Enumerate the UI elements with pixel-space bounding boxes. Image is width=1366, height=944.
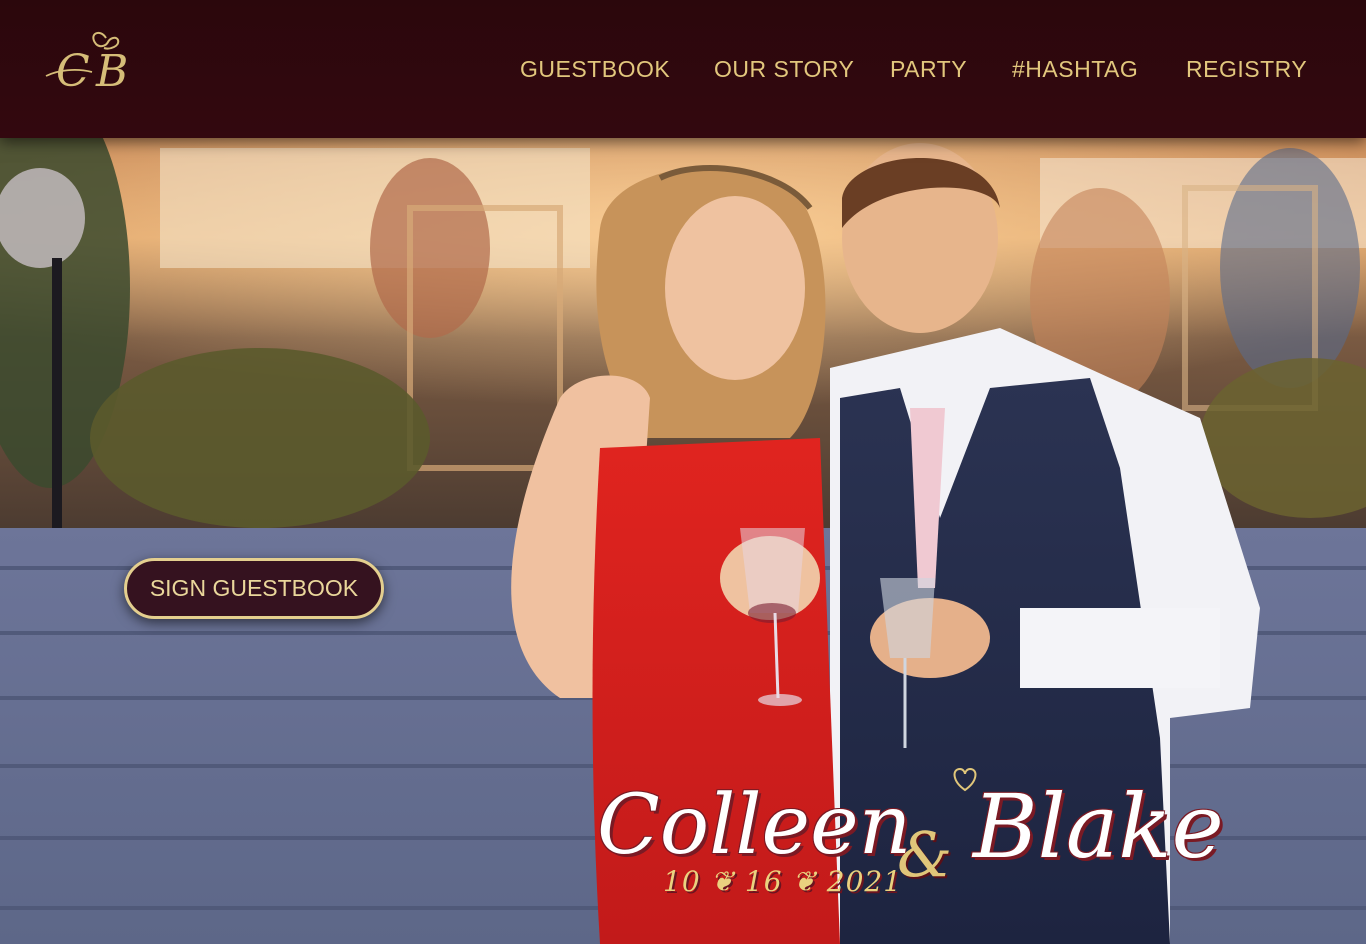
groom-name: Blake [973, 775, 1224, 878]
nav-registry[interactable]: REGISTRY [1186, 56, 1307, 83]
sign-guestbook-button[interactable]: SIGN GUESTBOOK [124, 558, 384, 619]
nav-guestbook[interactable]: GUESTBOOK [520, 56, 670, 83]
main-nav: GUESTBOOK OUR STORY PARTY #HASHTAG REGIS… [0, 56, 1366, 90]
hero-section: SIGN GUESTBOOK Colleen & Blake 10 ❦ 16 ❦… [0, 138, 1366, 944]
ampersand: & [897, 818, 953, 891]
site-header: C B GUESTBOOK OUR STORY PARTY #HASHTAG R… [0, 0, 1366, 138]
couple-names-lockup: Colleen & Blake 10 ❦ 16 ❦ 2021 [545, 763, 1225, 923]
bride-name: Colleen [597, 778, 912, 873]
nav-party[interactable]: PARTY [890, 56, 967, 83]
nav-our-story[interactable]: OUR STORY [714, 56, 854, 83]
wedding-date: 10 ❦ 16 ❦ 2021 [663, 865, 903, 898]
nav-hashtag[interactable]: #HASHTAG [1012, 56, 1138, 83]
